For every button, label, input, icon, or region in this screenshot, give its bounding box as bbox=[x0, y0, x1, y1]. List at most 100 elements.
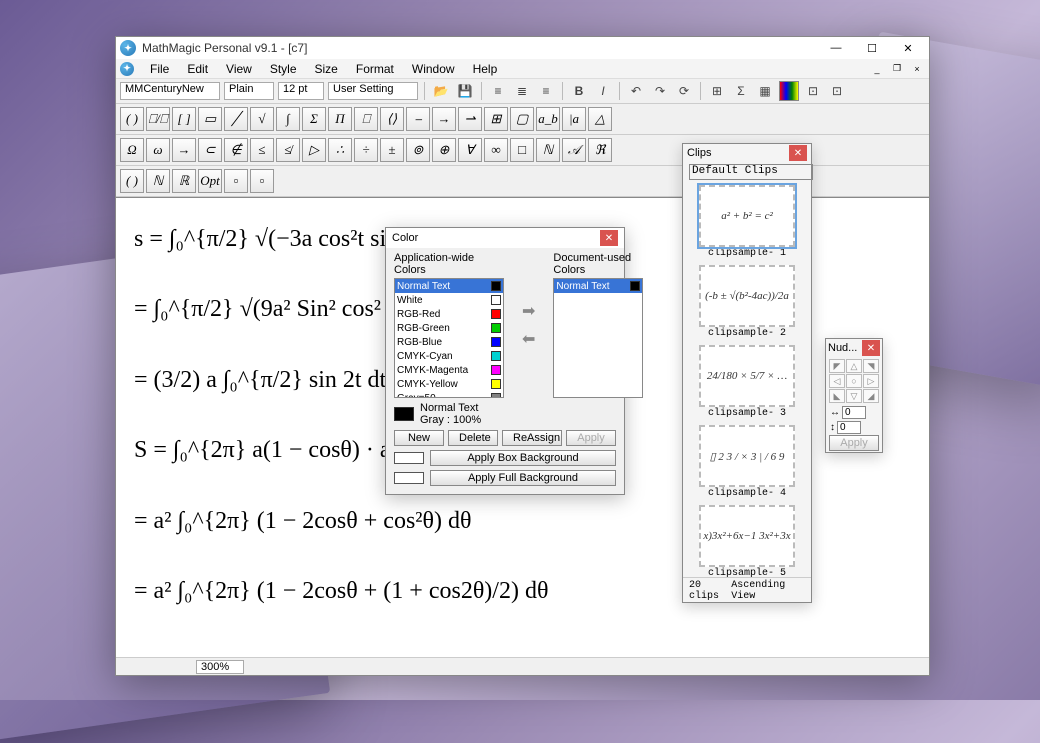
color-item[interactable]: CMYK-Yellow bbox=[395, 377, 503, 391]
template-button[interactable]: 𝒜 bbox=[562, 138, 586, 162]
menu-format[interactable]: Format bbox=[348, 60, 402, 78]
menu-size[interactable]: Size bbox=[307, 60, 346, 78]
template-button[interactable]: ω bbox=[146, 138, 170, 162]
template-button[interactable]: ▢ bbox=[510, 107, 534, 131]
minimize-button[interactable]: — bbox=[819, 39, 853, 57]
align-right-icon[interactable]: ≡ bbox=[536, 81, 556, 101]
clips-list[interactable]: a² + b² = c²clipsample- 1(-b ± √(b²-4ac)… bbox=[683, 182, 811, 577]
delete-button[interactable]: Delete bbox=[448, 430, 498, 446]
template-button[interactable]: ÷ bbox=[354, 138, 378, 162]
sigma-icon[interactable]: Σ bbox=[731, 81, 751, 101]
mdi-restore[interactable]: ❐ bbox=[889, 62, 905, 76]
clips-close[interactable]: ✕ bbox=[789, 145, 807, 161]
align-center-icon[interactable]: ≣ bbox=[512, 81, 532, 101]
style-select[interactable]: Plain bbox=[224, 82, 274, 100]
nudge-e[interactable]: ▷ bbox=[863, 374, 879, 388]
menu-window[interactable]: Window bbox=[404, 60, 463, 78]
template-button[interactable]: △ bbox=[588, 107, 612, 131]
template-button[interactable]: ▷ bbox=[302, 138, 326, 162]
color-dialog-close[interactable]: ✕ bbox=[600, 230, 618, 246]
nudge-ne[interactable]: ◥ bbox=[863, 359, 879, 373]
template-button[interactable]: Opt bbox=[198, 169, 222, 193]
titlebar[interactable]: ✦ MathMagic Personal v9.1 - [c7] — ☐ ✕ bbox=[116, 37, 929, 59]
color-item[interactable]: RGB-Red bbox=[395, 307, 503, 321]
template-button[interactable]: ⎯ bbox=[406, 107, 430, 131]
nudge-w[interactable]: ◁ bbox=[829, 374, 845, 388]
apply-full-bg-button[interactable]: Apply Full Background bbox=[430, 470, 616, 486]
template-button[interactable]: Ω bbox=[120, 138, 144, 162]
template-button[interactable]: → bbox=[172, 138, 196, 162]
arrow-right-icon[interactable]: ➡ bbox=[522, 301, 535, 321]
template-button[interactable]: ⎕/⎕ bbox=[146, 107, 170, 131]
nudge-center[interactable]: ○ bbox=[846, 374, 862, 388]
template-button[interactable]: ⊚ bbox=[406, 138, 430, 162]
clip-item[interactable]: ▯ 2 3 / × 3 | / 6 9clipsample- 4 bbox=[689, 425, 805, 499]
template-button[interactable]: ≤ bbox=[250, 138, 274, 162]
clip-item[interactable]: 24/180 × 5/7 × …clipsample- 3 bbox=[689, 345, 805, 419]
template-button[interactable]: ( ) bbox=[120, 107, 144, 131]
template-button[interactable]: ⟨⟩ bbox=[380, 107, 404, 131]
new-button[interactable]: New bbox=[394, 430, 444, 446]
template-button[interactable]: ⎕ bbox=[354, 107, 378, 131]
template-button[interactable]: ⊕ bbox=[432, 138, 456, 162]
nudge-h-input[interactable] bbox=[842, 406, 866, 419]
menu-view[interactable]: View bbox=[218, 60, 260, 78]
template-button[interactable]: ⊞ bbox=[484, 107, 508, 131]
save-icon[interactable]: 💾 bbox=[455, 81, 475, 101]
template-button[interactable]: ⇀ bbox=[458, 107, 482, 131]
menu-edit[interactable]: Edit bbox=[179, 60, 216, 78]
reassign-button[interactable]: ReAssign bbox=[502, 430, 562, 446]
template-button[interactable]: √ bbox=[250, 107, 274, 131]
template-button[interactable]: ⊂ bbox=[198, 138, 222, 162]
template-button[interactable]: ≰ bbox=[276, 138, 300, 162]
refresh-icon[interactable]: ⟳ bbox=[674, 81, 694, 101]
color-item[interactable]: RGB-Blue bbox=[395, 335, 503, 349]
box2-icon[interactable]: ⊡ bbox=[827, 81, 847, 101]
template-button[interactable]: ℕ bbox=[536, 138, 560, 162]
font-select[interactable]: MMCenturyNew bbox=[120, 82, 220, 100]
nudge-se[interactable]: ◢ bbox=[863, 389, 879, 403]
template-button[interactable]: Σ bbox=[302, 107, 326, 131]
undo-icon[interactable]: ↶ bbox=[626, 81, 646, 101]
app-colors-list[interactable]: Normal TextWhiteRGB-RedRGB-GreenRGB-Blue… bbox=[394, 278, 504, 398]
preset-select[interactable]: User Setting bbox=[328, 82, 418, 100]
template-button[interactable]: [ ] bbox=[172, 107, 196, 131]
nudge-v-input[interactable] bbox=[837, 421, 861, 434]
template-button[interactable]: ∞ bbox=[484, 138, 508, 162]
clip-item[interactable]: x)3x²+6x−1 3x²+3xclipsample- 5 bbox=[689, 505, 805, 577]
template-button[interactable]: → bbox=[432, 107, 456, 131]
template-button[interactable]: ∴ bbox=[328, 138, 352, 162]
palette-icon[interactable] bbox=[779, 81, 799, 101]
grid-icon[interactable]: ▦ bbox=[755, 81, 775, 101]
close-button[interactable]: ✕ bbox=[891, 39, 925, 57]
template-button[interactable]: ╱ bbox=[224, 107, 248, 131]
menu-file[interactable]: File bbox=[142, 60, 177, 78]
template-button[interactable]: ∀ bbox=[458, 138, 482, 162]
template-button[interactable]: ▫ bbox=[250, 169, 274, 193]
matrix-icon[interactable]: ⊞ bbox=[707, 81, 727, 101]
template-button[interactable]: |a bbox=[562, 107, 586, 131]
color-item[interactable]: CMYK-Magenta bbox=[395, 363, 503, 377]
color-item[interactable]: CMYK-Cyan bbox=[395, 349, 503, 363]
mdi-minimize[interactable]: _ bbox=[869, 62, 885, 76]
color-item[interactable]: White bbox=[395, 293, 503, 307]
template-button[interactable]: ( ) bbox=[120, 169, 144, 193]
italic-icon[interactable]: I bbox=[593, 81, 613, 101]
open-icon[interactable]: 📂 bbox=[431, 81, 451, 101]
template-button[interactable]: ℕ bbox=[146, 169, 170, 193]
clips-dropdown[interactable]: Default Clips bbox=[689, 164, 813, 180]
box1-icon[interactable]: ⊡ bbox=[803, 81, 823, 101]
color-item[interactable]: RGB-Green bbox=[395, 321, 503, 335]
apply-box-bg-button[interactable]: Apply Box Background bbox=[430, 450, 616, 466]
menu-help[interactable]: Help bbox=[465, 60, 506, 78]
nudge-sw[interactable]: ◣ bbox=[829, 389, 845, 403]
redo-icon[interactable]: ↷ bbox=[650, 81, 670, 101]
nudge-nw[interactable]: ◤ bbox=[829, 359, 845, 373]
size-select[interactable]: 12 pt bbox=[278, 82, 324, 100]
nudge-n[interactable]: △ bbox=[846, 359, 862, 373]
color-item[interactable]: Normal Text bbox=[554, 279, 642, 293]
doc-colors-list[interactable]: Normal Text bbox=[553, 278, 643, 398]
align-left-icon[interactable]: ≡ bbox=[488, 81, 508, 101]
template-button[interactable]: ± bbox=[380, 138, 404, 162]
template-button[interactable]: a_b bbox=[536, 107, 560, 131]
